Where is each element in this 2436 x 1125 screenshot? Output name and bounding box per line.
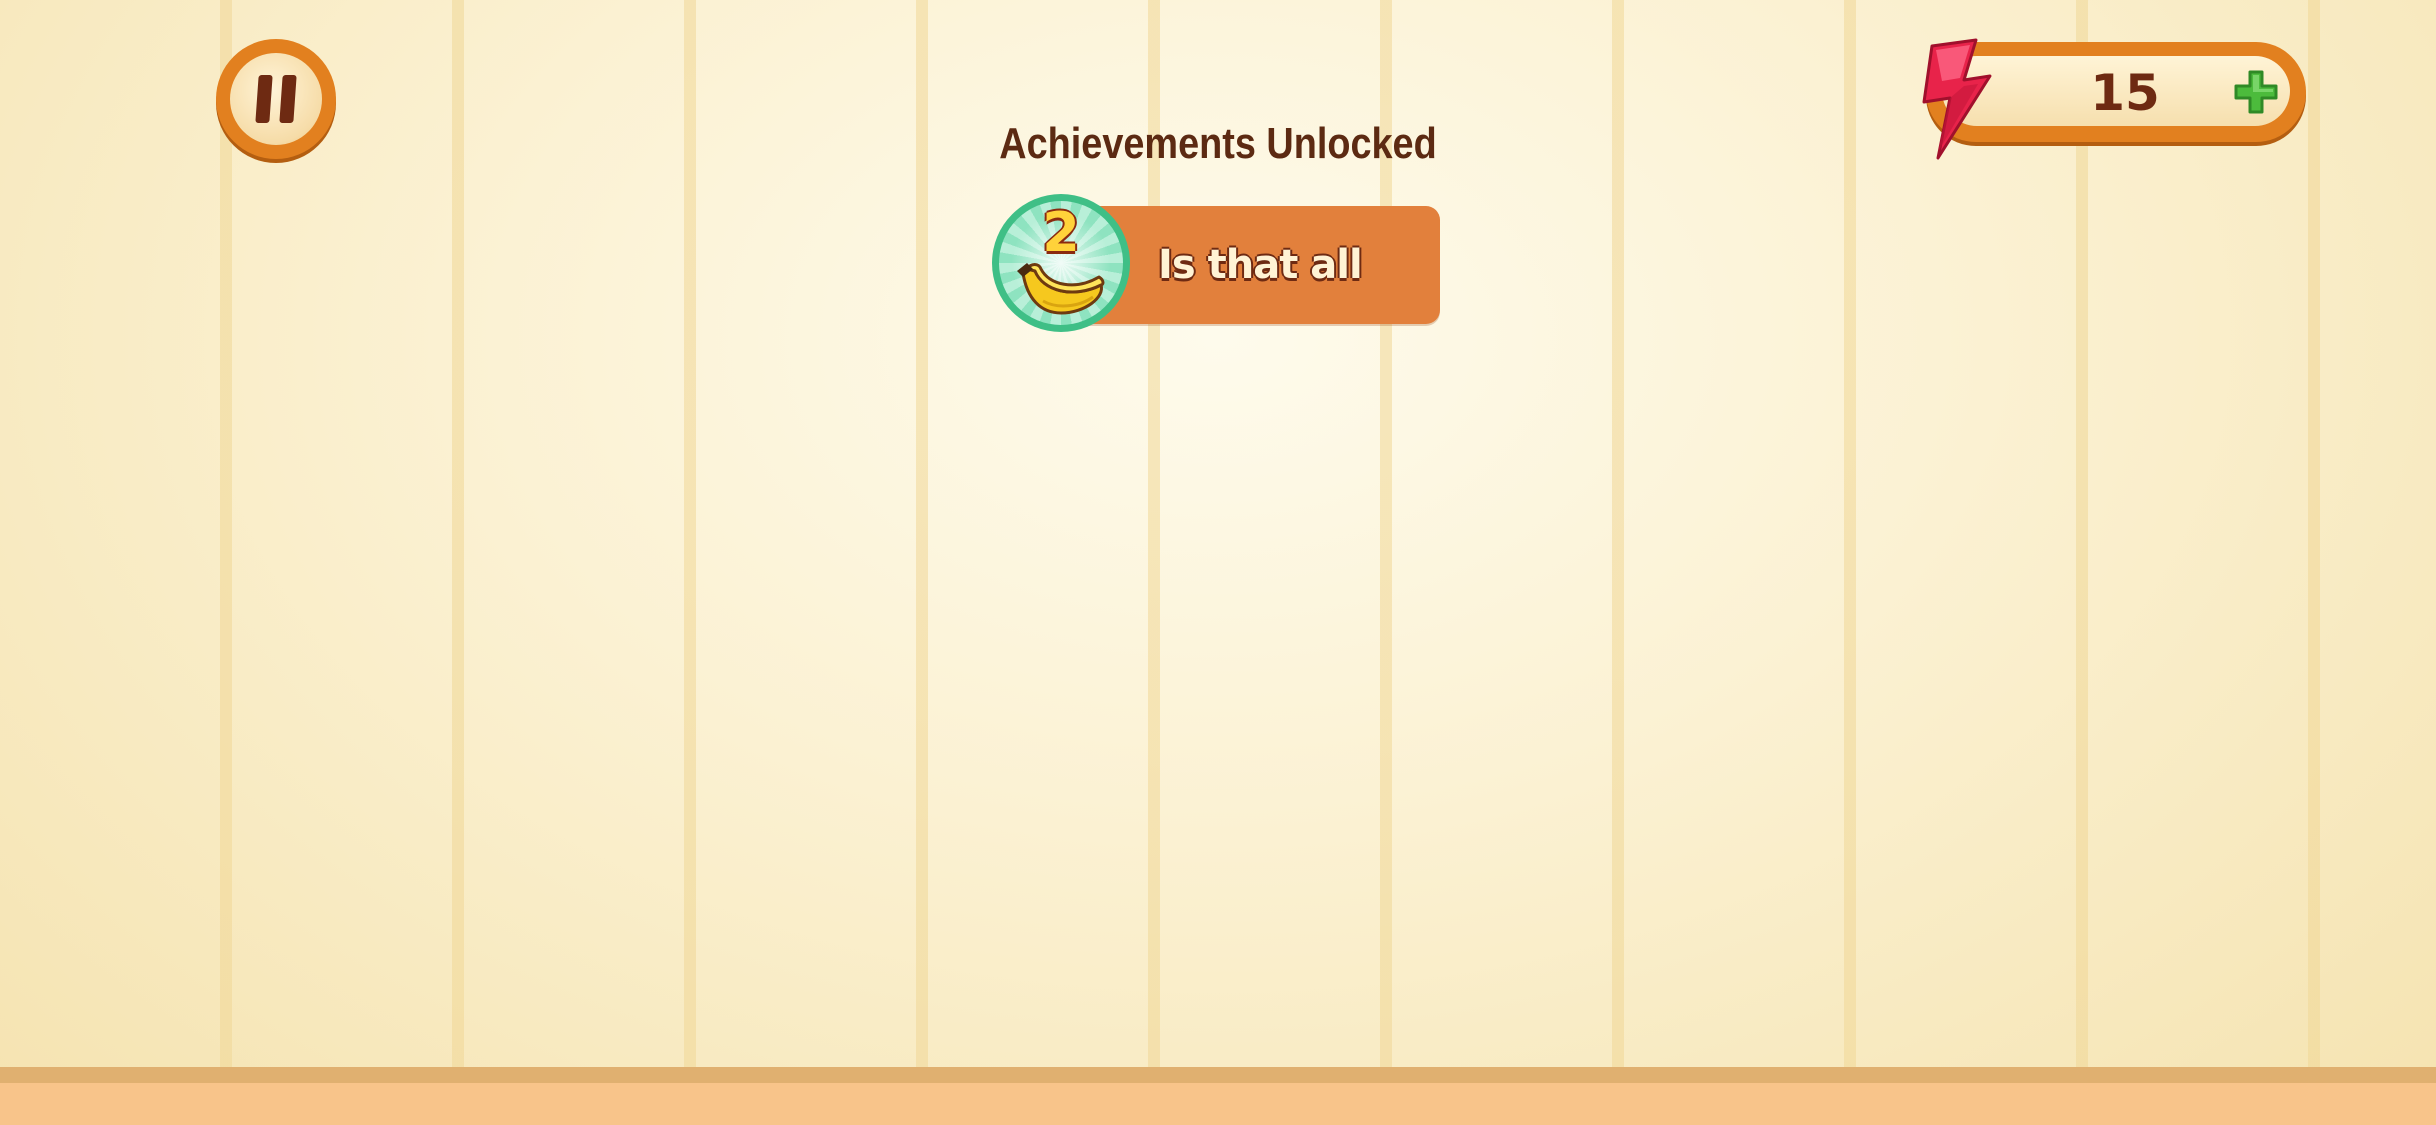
achievements-title: Achievements Unlocked	[999, 119, 1437, 168]
pause-button[interactable]	[216, 39, 336, 159]
energy-count: 15	[2090, 64, 2160, 122]
banana-icon	[1017, 263, 1105, 315]
achievement-badge: 2	[992, 194, 1130, 332]
pause-bar-left	[255, 75, 273, 123]
achievement-label: Is that all	[1158, 242, 1363, 288]
plus-icon[interactable]	[2232, 68, 2280, 116]
pause-icon	[230, 53, 322, 145]
pause-bar-right	[279, 75, 297, 123]
floor-edge	[0, 1067, 2436, 1083]
floor	[0, 1083, 2436, 1125]
lightning-bolt-icon	[1922, 38, 1992, 160]
badge-rays: 2	[999, 201, 1123, 325]
